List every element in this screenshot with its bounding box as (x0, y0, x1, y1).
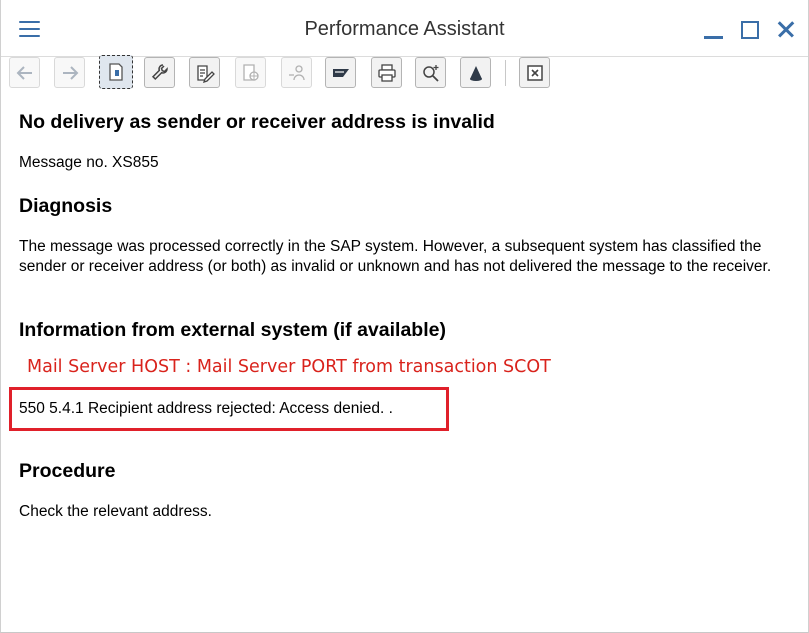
diagnosis-heading: Diagnosis (19, 195, 113, 217)
sap-logo-icon (332, 68, 349, 77)
user-key-icon (288, 64, 305, 80)
maximize-icon[interactable] (739, 18, 763, 42)
edit-button[interactable] (189, 57, 220, 88)
title-bar: Performance Assistant (1, 0, 808, 57)
message-number: Message no. XS855 (19, 154, 159, 171)
performance-assistant-window: Performance Assistant No delivery as sen… (0, 0, 809, 633)
toolbar (1, 55, 808, 92)
external-info-heading: Information from external system (if ava… (19, 319, 446, 341)
cone-icon (469, 65, 482, 81)
wrench-icon (151, 63, 168, 80)
user-button[interactable] (281, 57, 312, 88)
printer-icon (377, 63, 396, 82)
close-help-button[interactable] (519, 57, 550, 88)
navigate-button[interactable] (460, 57, 491, 88)
technical-info-button[interactable] (99, 55, 133, 89)
settings-button[interactable] (144, 57, 175, 88)
document-title: No delivery as sender or receiver addres… (19, 111, 495, 133)
window-title: Performance Assistant (304, 18, 505, 40)
document-globe-icon (242, 63, 259, 81)
external-info-text: 550 5.4.1 Recipient address rejected: Ac… (19, 400, 393, 417)
arrow-left-icon (16, 65, 32, 80)
edit-document-icon (196, 64, 215, 83)
find-button[interactable] (415, 57, 446, 88)
magnifier-plus-icon (422, 64, 439, 82)
sap-button[interactable] (325, 57, 356, 88)
annotation-text: Mail Server HOST : Mail Server PORT from… (27, 357, 551, 377)
close-box-icon (526, 64, 543, 81)
back-button[interactable] (9, 57, 40, 88)
glossary-button[interactable] (235, 57, 266, 88)
document-info-icon (109, 63, 123, 81)
forward-button[interactable] (54, 57, 85, 88)
minimize-icon[interactable] (702, 18, 726, 42)
procedure-heading: Procedure (19, 460, 116, 482)
procedure-text: Check the relevant address. (19, 503, 212, 520)
diagnosis-text: The message was processed correctly in t… (19, 238, 772, 275)
toolbar-separator (505, 60, 506, 86)
print-button[interactable] (371, 57, 402, 88)
arrow-right-icon (62, 65, 78, 80)
close-icon[interactable] (775, 18, 799, 42)
